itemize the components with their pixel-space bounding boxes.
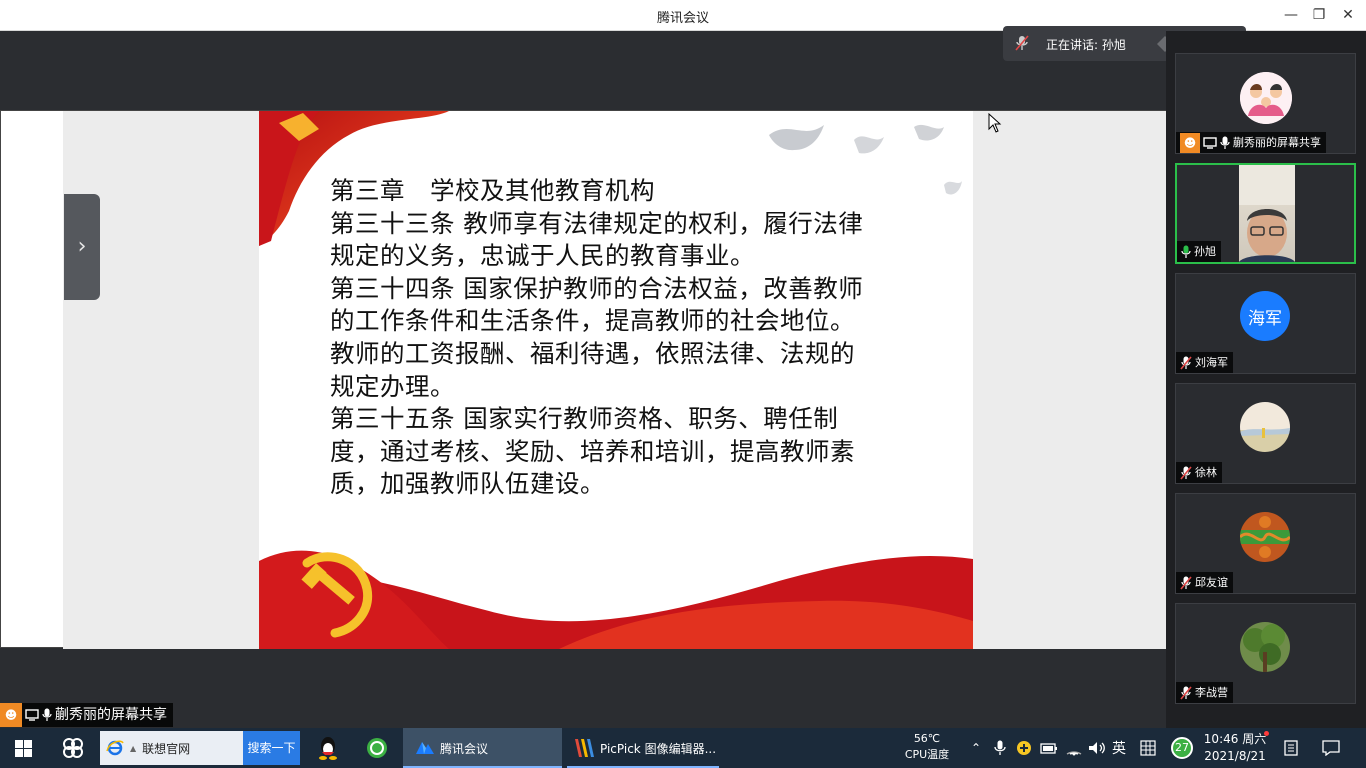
slide-line: 第三十三条 教师享有法律规定的权利，履行法律 [330, 208, 864, 238]
app-window: 腾讯会议 — ❐ ✕ 第三章 学校及其他教育机构 第三十三条 教师享有法律规定的… [0, 0, 1366, 768]
mic-active-icon [1181, 245, 1191, 258]
cpu-temp-label: CPU温度 [904, 748, 950, 761]
participant-name: 刘海军 [1195, 356, 1228, 369]
dropdown-arrow-icon: ▲ [130, 743, 137, 753]
tree-avatar [1240, 622, 1290, 672]
host-badge-icon: ☻ [1180, 132, 1200, 153]
slide-line: 教师的工资报酬、福利待遇，依照法律、法规的 [330, 338, 855, 368]
qq-icon[interactable] [317, 736, 339, 760]
mic-muted-icon [1180, 575, 1192, 590]
share-margin-right [973, 111, 1167, 649]
main-stage: 第三章 学校及其他教育机构 第三十三条 教师享有法律规定的权利，履行法律 规定的… [0, 31, 1167, 728]
taskbar-app-tencent-meeting[interactable]: 腾讯会议 [403, 728, 562, 768]
slide-text: 第三章 学校及其他教育机构 第三十三条 教师享有法律规定的权利，履行法律 规定的… [330, 175, 930, 501]
clock-time: 10:46 周六 [1203, 732, 1267, 746]
ie-browser-icon [106, 740, 124, 756]
participant-name: 蒯秀丽的屏幕共享 [1233, 136, 1321, 149]
search-button[interactable]: 搜索一下 [243, 731, 300, 765]
slide-line: 的工作条件和生活条件，提高教师的社会地位。 [330, 306, 855, 336]
lenovo-app-icon[interactable] [62, 737, 84, 759]
search-text: 联想官网 [142, 741, 191, 756]
mic-muted-icon [1180, 355, 1192, 370]
participant-namebar: 邱友谊 [1176, 572, 1233, 593]
taskbar-app-picpick[interactable]: PicPick 图像编辑器... [567, 728, 719, 768]
participant-namebar: 徐林 [1176, 462, 1222, 483]
mic-on-icon [42, 708, 52, 721]
cpu-temp-widget[interactable]: 56℃ CPU温度 [902, 731, 952, 763]
windows-start-icon[interactable] [15, 740, 32, 757]
flower-avatar [1240, 512, 1290, 562]
mic-on-icon [1220, 136, 1230, 149]
participant-name: 李战营 [1195, 686, 1228, 699]
screen-share-icon [1203, 136, 1217, 149]
participant-name: 徐林 [1195, 466, 1217, 479]
green-app-icon[interactable] [366, 737, 388, 759]
notification-count-badge[interactable]: 27 [1171, 737, 1193, 759]
participant-namebar: 刘海军 [1176, 352, 1233, 373]
speaking-label: 正在讲话: 孙旭 [1046, 38, 1126, 52]
participant-tile[interactable]: 海军 刘海军 [1175, 273, 1356, 374]
participant-name: 邱友谊 [1195, 576, 1228, 589]
share-label-text: 蒯秀丽的屏幕共享 [55, 707, 167, 723]
text-avatar: 海军 [1240, 291, 1290, 341]
slide-line: 质，加强教师队伍建设。 [330, 469, 605, 499]
participant-namebar: ☻ 蒯秀丽的屏幕共享 [1176, 132, 1326, 153]
landscape-avatar [1240, 402, 1290, 452]
action-center-icon[interactable] [1322, 740, 1340, 756]
ime-indicator[interactable]: 英 [1108, 728, 1130, 768]
screen-share-icon [25, 709, 39, 721]
slide-line: 第三十五条 国家实行教师资格、职务、聘任制 [330, 404, 839, 434]
slide-line: 度，通过考核、奖励、培养和培训，提高教师素 [330, 436, 855, 466]
slide-line: 规定办理。 [330, 371, 455, 401]
taskbar-search-box[interactable]: ▲ 联想官网 [100, 731, 243, 765]
cartoon-family-avatar [1240, 72, 1292, 124]
taskbar-clock[interactable]: 10:46 周六 2021/8/21 [1200, 731, 1270, 765]
participant-tile[interactable]: 邱友谊 [1175, 493, 1356, 594]
taskbar-app-label: 腾讯会议 [440, 742, 489, 756]
participant-tile[interactable]: 徐林 [1175, 383, 1356, 484]
picpick-icon [575, 739, 594, 757]
screen-share-label: ☻ 蒯秀丽的屏幕共享 [0, 703, 173, 727]
participant-tile[interactable]: ☻ 蒯秀丽的屏幕共享 [1175, 53, 1356, 154]
collapse-sidebar-button[interactable]: › [64, 194, 100, 300]
slide-line: 第三十四条 国家保护教师的合法权益，改善教师 [330, 273, 864, 303]
participant-namebar: 孙旭 [1177, 241, 1221, 262]
wifi-icon[interactable] [1065, 740, 1083, 756]
add-tray-icon[interactable] [1016, 740, 1032, 756]
mic-muted-icon [1180, 685, 1192, 700]
red-dot-icon [1264, 731, 1269, 736]
mouse-cursor-icon [988, 113, 1002, 133]
minimize-button[interactable]: — [1279, 4, 1303, 26]
windows-taskbar: ▲ 联想官网 搜索一下 腾讯会议 PicPick 图像编辑器... 56℃ CP… [0, 728, 1366, 768]
slide-line: 第三章 学校及其他教育机构 [330, 176, 655, 205]
video-feed [1239, 165, 1295, 262]
participant-tile-active[interactable]: 孙旭 [1175, 163, 1356, 264]
volume-icon[interactable] [1088, 740, 1106, 756]
notes-icon[interactable] [1283, 740, 1299, 756]
share-margin-left [63, 111, 259, 649]
microphone-tray-icon[interactable] [994, 740, 1006, 756]
battery-icon[interactable] [1040, 741, 1058, 755]
slide-line: 规定的义务，忠诚于人民的教育事业。 [330, 241, 755, 271]
cpu-temp-value: 56℃ [913, 732, 941, 745]
mic-muted-icon [1015, 35, 1029, 51]
participant-tile[interactable]: 李战营 [1175, 603, 1356, 704]
participant-name: 孙旭 [1194, 245, 1216, 258]
close-button[interactable]: ✕ [1336, 4, 1360, 26]
participant-namebar: 李战营 [1176, 682, 1233, 703]
screen-share-view: 第三章 学校及其他教育机构 第三十三条 教师享有法律规定的权利，履行法律 规定的… [0, 110, 1167, 649]
keyboard-grid-icon[interactable] [1140, 740, 1156, 756]
party-banner-decoration [259, 550, 973, 649]
window-title: 腾讯会议 [656, 11, 709, 26]
participant-gallery: ☻ 蒯秀丽的屏幕共享 孙旭 海军 刘海军 徐林 邱友谊 李战营 [1166, 31, 1366, 728]
presentation-slide: 第三章 学校及其他教育机构 第三十三条 教师享有法律规定的权利，履行法律 规定的… [259, 111, 973, 649]
tencent-meeting-icon [416, 742, 434, 754]
taskbar-app-label: PicPick 图像编辑器... [600, 742, 717, 756]
mic-muted-icon [1180, 465, 1192, 480]
clock-date: 2021/8/21 [1204, 749, 1266, 763]
tray-expand-icon[interactable]: ⌃ [967, 728, 985, 768]
host-badge-icon: ☻ [0, 703, 22, 727]
restore-button[interactable]: ❐ [1307, 4, 1331, 26]
